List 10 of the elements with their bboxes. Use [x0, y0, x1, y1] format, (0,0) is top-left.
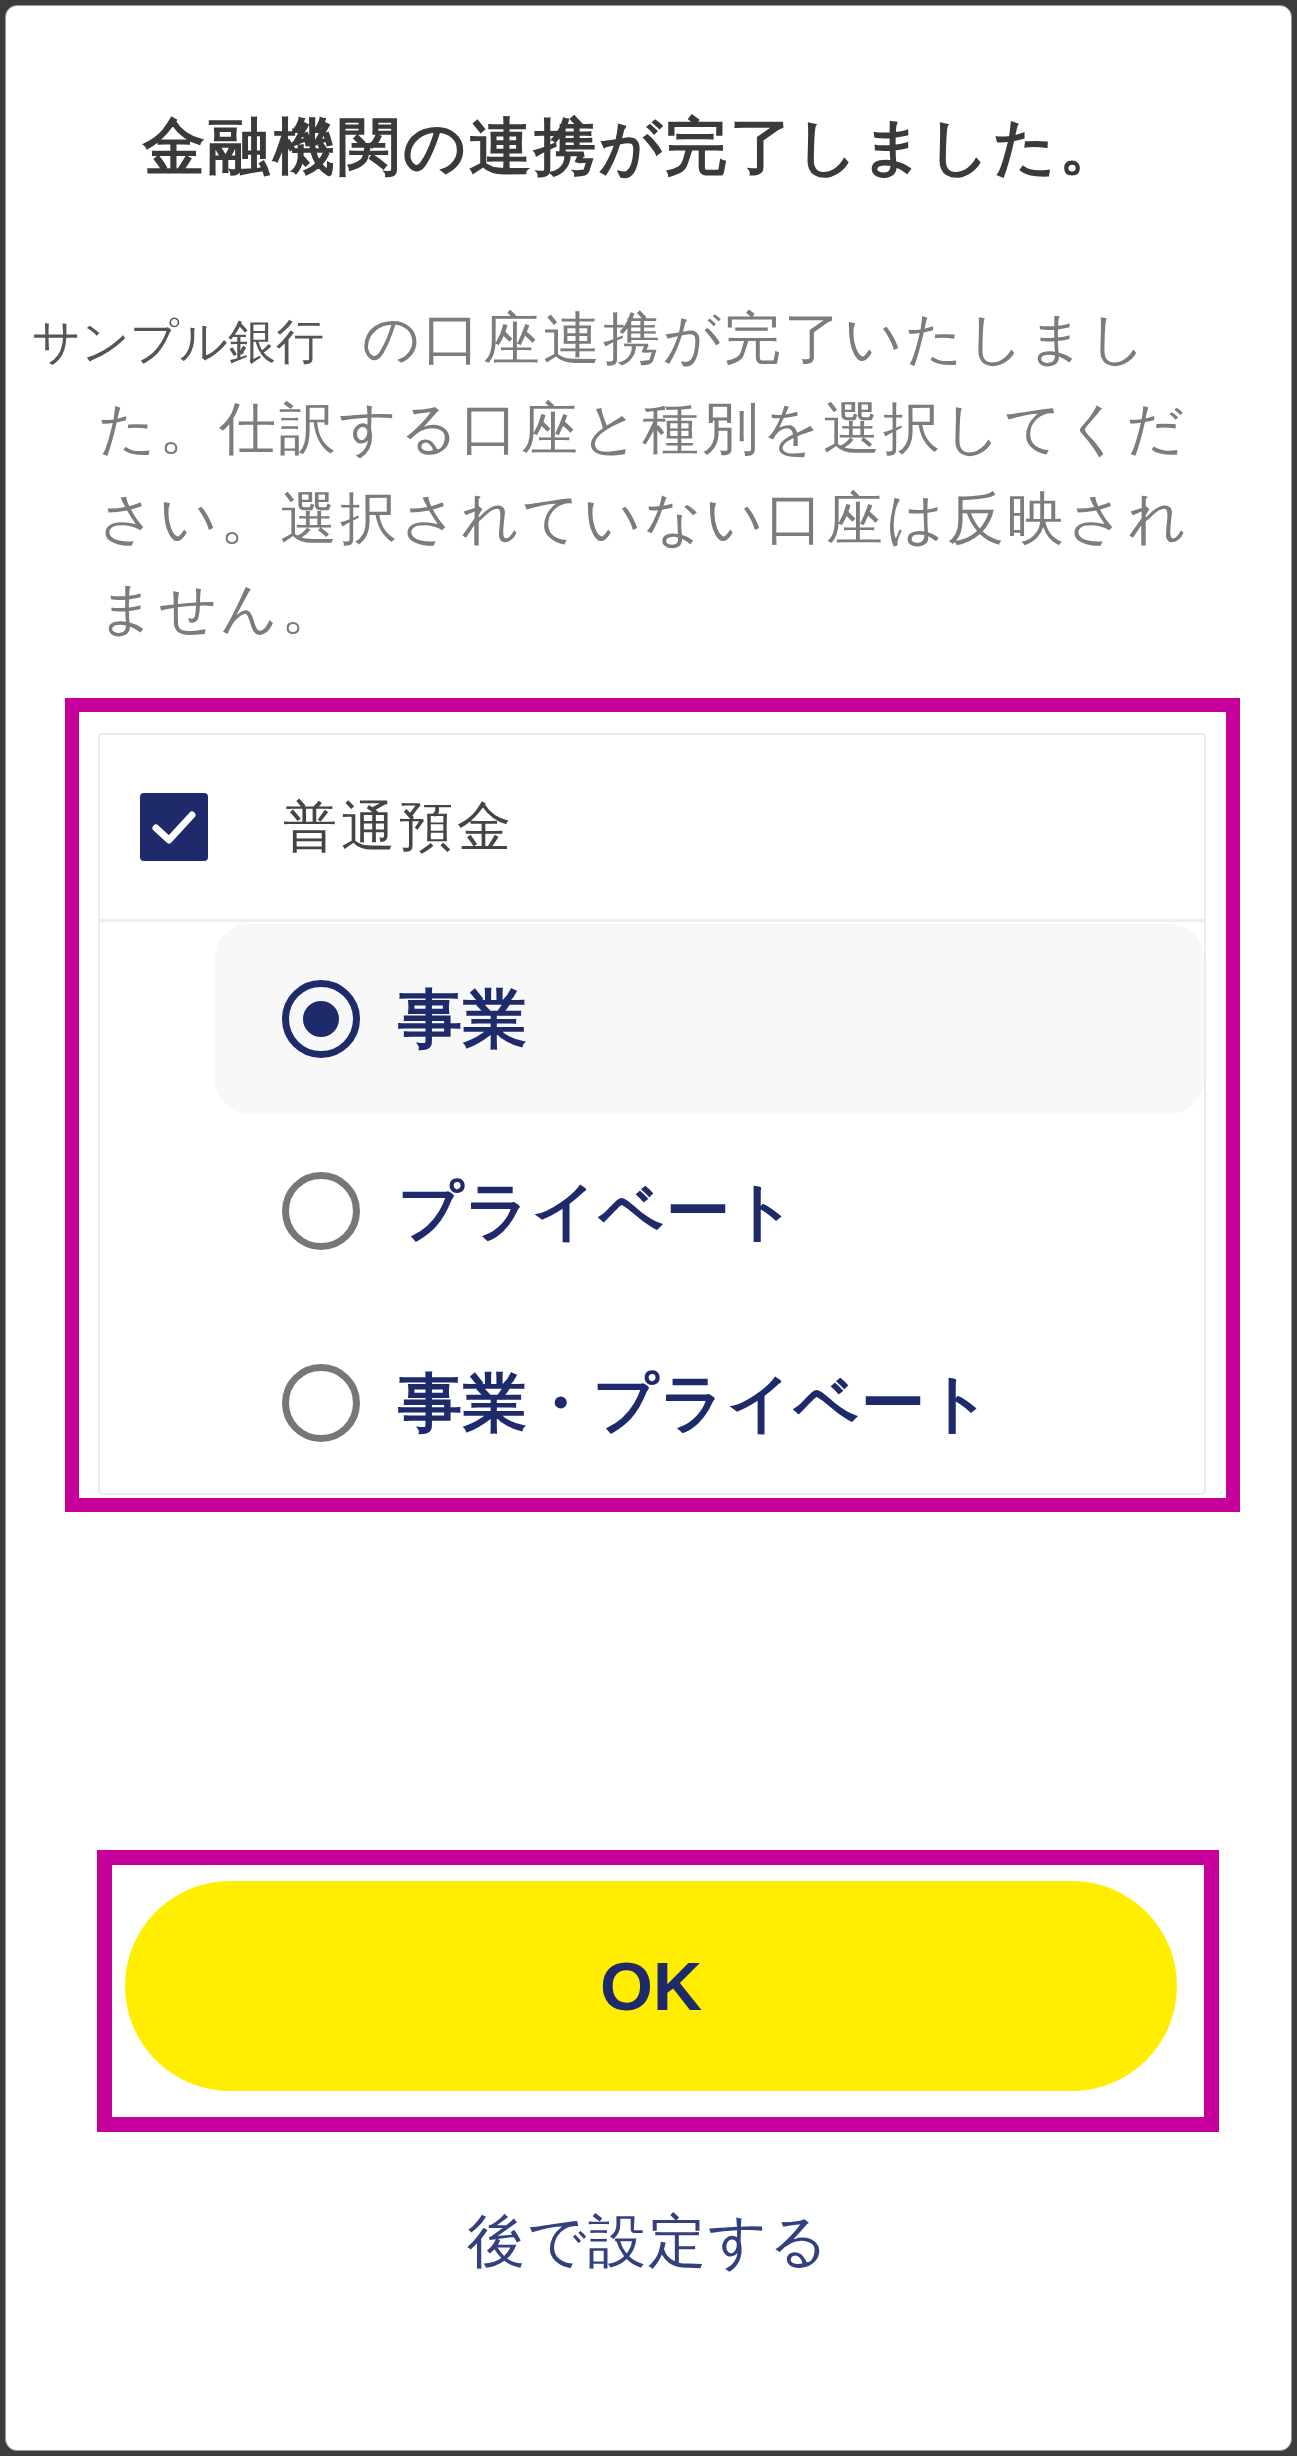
later-link[interactable]: 後で設定する — [467, 2201, 830, 2281]
checkbox-checked-icon[interactable] — [140, 793, 208, 861]
radio-icon — [281, 1363, 361, 1443]
account-label: 普通預金 — [283, 793, 515, 860]
radio-selected-icon — [281, 979, 361, 1059]
message-text: サンプル銀行 の口座連携が完了いたしました。仕訳する口座と種別を選択してください。選択されていない口座は反映されません。 — [31, 304, 1190, 643]
ok-button[interactable]: OK — [125, 1881, 1177, 2091]
dialog-title: 金融機関の連携が完了しました。 — [141, 109, 1125, 185]
radio-icon — [281, 1171, 361, 1251]
radio-option[interactable]: 事業 — [215, 924, 1204, 1114]
